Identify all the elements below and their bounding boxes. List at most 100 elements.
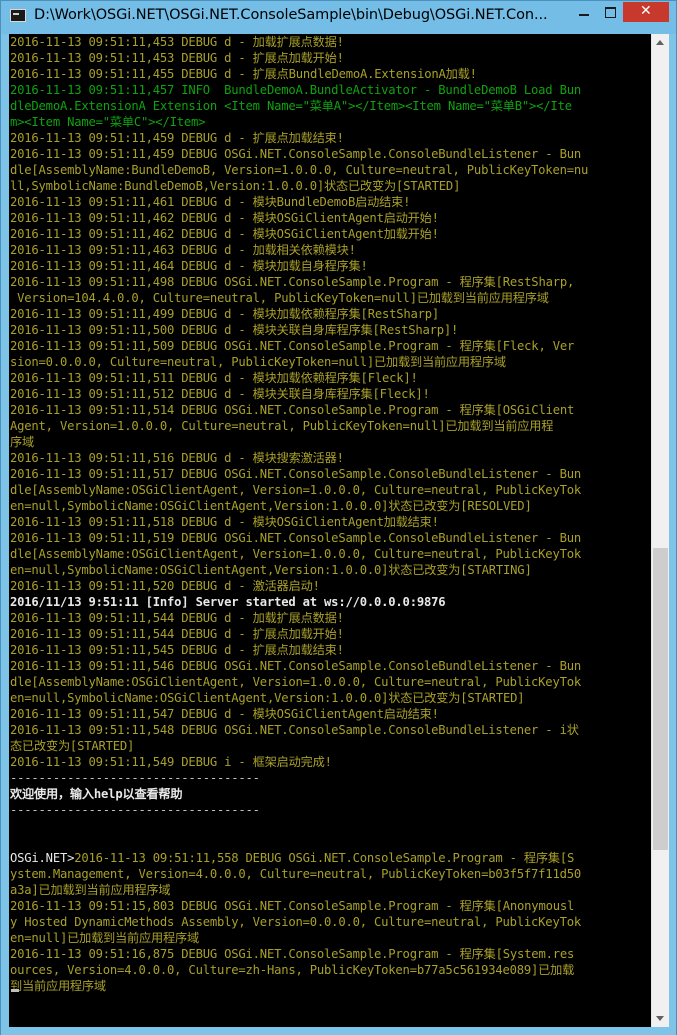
console-line-text: 2016-11-13 09:51:11,548 DEBUG OSGi.NET.C…	[10, 723, 579, 737]
console-line: dle[AssemblyName:OSGiClientAgent, Versio…	[10, 674, 588, 690]
console-line-text: OSGi.NET>	[10, 851, 75, 865]
console-line: 态已改变为[STARTED]	[10, 738, 588, 754]
console-line-text: 2016-11-13 09:51:11,512 DEBUG d - 模块关联自身…	[10, 387, 430, 401]
console-line: dle[AssemblyName:OSGiClientAgent, Versio…	[10, 546, 588, 562]
console-line-text: Version=104.4.0.0, Culture=neutral, Publ…	[10, 291, 549, 305]
console-line-text: 2016-11-13 09:51:11,547 DEBUG d - 模块OSGi…	[10, 707, 439, 721]
console-line-text: 2016-11-13 09:51:11,462 DEBUG d - 模块OSGi…	[10, 227, 439, 241]
maximize-button[interactable]	[597, 2, 623, 22]
scrollbar-thumb[interactable]	[653, 548, 668, 850]
console-line-text: 2016-11-13 09:51:11,514 DEBUG OSGi.NET.C…	[10, 403, 575, 417]
console-line-text: en=null,SymbolicName:OSGiClientAgent,Ver…	[10, 691, 525, 705]
console-line-text: 2016-11-13 09:51:11,459 DEBUG d - 扩展点加载结…	[10, 131, 344, 145]
console-line: 2016-11-13 09:51:11,459 DEBUG d - 扩展点加载结…	[10, 130, 588, 146]
scroll-down-arrow-icon[interactable]	[652, 1010, 669, 1027]
console-line: a3a]已加载到当前应用程序域	[10, 882, 588, 898]
console-line: 2016-11-13 09:51:11,500 DEBUG d - 模块关联自身…	[10, 322, 588, 338]
console-line: 2016-11-13 09:51:11,517 DEBUG OSGi.NET.C…	[10, 466, 588, 482]
console-line-text: m><Item Name="菜单C"></Item>	[10, 115, 206, 129]
console-line-text: 2016-11-13 09:51:11,516 DEBUG d - 模块搜索激活…	[10, 451, 344, 465]
console-line-text: en=null]已加载到当前应用程序域	[10, 931, 199, 945]
console-line-text: -----------------------------------	[10, 771, 260, 785]
console-line-text: 欢迎使用，输入help以查看帮助	[10, 787, 183, 801]
console-line: ystem.Management, Version=4.0.0.0, Cultu…	[10, 866, 588, 882]
console-line-text: 2016-11-13 09:51:11,455 DEBUG d - 扩展点Bun…	[10, 67, 477, 81]
console-line: 2016-11-13 09:51:11,549 DEBUG i - 框架启动完成…	[10, 754, 588, 770]
title-bar[interactable]: D:\Work\OSGi.NET\OSGi.NET.ConsoleSample\…	[1, 1, 676, 34]
console-line-text: ources, Version=4.0.0.0, Culture=zh-Hans…	[10, 963, 575, 977]
console-line: ll,SymbolicName:BundleDemoB,Version:1.0.…	[10, 178, 588, 194]
console-line: 2016-11-13 09:51:11,457 INFO BundleDemoA…	[10, 82, 588, 98]
console-line-text: 2016-11-13 09:51:11,462 DEBUG d - 模块OSGi…	[10, 211, 439, 225]
console-line-text: dle[AssemblyName:OSGiClientAgent, Versio…	[10, 675, 581, 689]
console-line: dle[AssemblyName:BundleDemoB, Version=1.…	[10, 162, 588, 178]
console-line-text: 到当前应用程序域	[10, 979, 106, 993]
console-line-continuation: 2016-11-13 09:51:11,558 DEBUG OSGi.NET.C…	[74, 851, 575, 865]
console-line: 序域	[10, 434, 588, 450]
console-line: sion=0.0.0.0, Culture=neutral, PublicKey…	[10, 354, 588, 370]
console-line: -----------------------------------	[10, 802, 588, 818]
console-line-text: dle[AssemblyName:OSGiClientAgent, Versio…	[10, 483, 581, 497]
console-line-text: 2016-11-13 09:51:11,517 DEBUG OSGi.NET.C…	[10, 467, 581, 481]
console-line: ources, Version=4.0.0.0, Culture=zh-Hans…	[10, 962, 588, 978]
console-line: 2016-11-13 09:51:11,548 DEBUG OSGi.NET.C…	[10, 722, 588, 738]
console-line: 2016-11-13 09:51:11,518 DEBUG d - 模块OSGi…	[10, 514, 588, 530]
console-line-text: ystem.Management, Version=4.0.0.0, Cultu…	[10, 867, 581, 881]
console-line-text: 2016-11-13 09:51:11,544 DEBUG d - 扩展点加载开…	[10, 627, 344, 641]
console-line: 2016-11-13 09:51:11,461 DEBUG d - 模块Bund…	[10, 194, 588, 210]
console-line: 到当前应用程序域	[10, 978, 588, 994]
console-line-text: 2016-11-13 09:51:11,511 DEBUG d - 模块加载依赖…	[10, 371, 418, 385]
minimize-button[interactable]	[571, 2, 597, 22]
console-line: y Hosted DynamicMethods Assembly, Versio…	[10, 914, 588, 930]
console-line-text: a3a]已加载到当前应用程序域	[10, 883, 171, 897]
console-line-text: 2016-11-13 09:51:11,549 DEBUG i - 框架启动完成…	[10, 755, 332, 769]
console-output[interactable]: 2016-11-13 09:51:11,453 DEBUG d - 加载扩展点数…	[9, 34, 651, 1027]
console-window: D:\Work\OSGi.NET\OSGi.NET.ConsoleSample\…	[0, 0, 677, 1035]
console-line-text: 2016-11-13 09:51:15,803 DEBUG OSGi.NET.C…	[10, 899, 575, 913]
console-line-text: 态已改变为[STARTED]	[10, 739, 135, 753]
console-line: 2016-11-13 09:51:11,455 DEBUG d - 扩展点Bun…	[10, 66, 588, 82]
vertical-scrollbar[interactable]	[651, 34, 669, 1027]
console-line: dleDemoA.ExtensionA Extension <Item Name…	[10, 98, 588, 114]
console-line-text: ll,SymbolicName:BundleDemoB,Version:1.0.…	[10, 179, 461, 193]
console-line: 2016-11-13 09:51:11,498 DEBUG OSGi.NET.C…	[10, 274, 588, 290]
console-line: 2016-11-13 09:51:11,462 DEBUG d - 模块OSGi…	[10, 210, 588, 226]
console-line: 2016-11-13 09:51:11,520 DEBUG d - 激活器启动!	[10, 578, 588, 594]
console-line: 2016-11-13 09:51:11,519 DEBUG OSGi.NET.C…	[10, 530, 588, 546]
console-line-text: dle[AssemblyName:OSGiClientAgent, Versio…	[10, 547, 581, 561]
console-line-text: -----------------------------------	[10, 803, 260, 817]
console-line-text: 2016-11-13 09:51:11,463 DEBUG d - 加载相关依赖…	[10, 243, 356, 257]
console-line-text: 2016-11-13 09:51:11,457 INFO BundleDemoA…	[10, 83, 581, 97]
console-line: 2016-11-13 09:51:15,803 DEBUG OSGi.NET.C…	[10, 898, 588, 914]
console-line: 2016-11-13 09:51:11,464 DEBUG d - 模块加载自身…	[10, 258, 588, 274]
console-line-text: sion=0.0.0.0, Culture=neutral, PublicKey…	[10, 355, 506, 369]
console-line: -----------------------------------	[10, 770, 588, 786]
console-line: 2016-11-13 09:51:11,462 DEBUG d - 模块OSGi…	[10, 226, 588, 242]
window-bottom-border	[1, 1027, 676, 1035]
console-line: 2016-11-13 09:51:11,459 DEBUG OSGi.NET.C…	[10, 146, 588, 162]
console-app-icon[interactable]	[10, 9, 26, 22]
console-line: OSGi.NET>2016-11-13 09:51:11,558 DEBUG O…	[10, 850, 588, 866]
console-line-text: 2016-11-13 09:51:11,499 DEBUG d - 模块加载依赖…	[10, 307, 440, 321]
console-line: 2016-11-13 09:51:11,499 DEBUG d - 模块加载依赖…	[10, 306, 588, 322]
console-line: 欢迎使用，输入help以查看帮助	[10, 786, 588, 802]
console-line-text: dleDemoA.ExtensionA Extension <Item Name…	[10, 99, 572, 113]
scroll-up-arrow-icon[interactable]	[652, 34, 669, 51]
console-line: 2016-11-13 09:51:11,511 DEBUG d - 模块加载依赖…	[10, 370, 588, 386]
console-line-text: 2016-11-13 09:51:11,519 DEBUG OSGi.NET.C…	[10, 531, 581, 545]
console-line: 2016-11-13 09:51:11,512 DEBUG d - 模块关联自身…	[10, 386, 588, 402]
close-button[interactable]	[623, 2, 669, 22]
console-line-text: 2016-11-13 09:51:11,544 DEBUG d - 加载扩展点数…	[10, 611, 344, 625]
console-line-text: 2016-11-13 09:51:11,461 DEBUG d - 模块Bund…	[10, 195, 411, 209]
console-line-text: 2016-11-13 09:51:11,453 DEBUG d - 加载扩展点数…	[10, 35, 344, 49]
console-line-text: y Hosted DynamicMethods Assembly, Versio…	[10, 915, 581, 929]
console-line: dle[AssemblyName:OSGiClientAgent, Versio…	[10, 482, 588, 498]
console-line: 2016-11-13 09:51:11,516 DEBUG d - 模块搜索激活…	[10, 450, 588, 466]
console-line-text: 2016-11-13 09:51:11,500 DEBUG d - 模块关联自身…	[10, 323, 459, 337]
window-title: D:\Work\OSGi.NET\OSGi.NET.ConsoleSample\…	[34, 7, 548, 23]
console-line-text: Agent, Version=1.0.0.0, Culture=neutral,…	[10, 419, 554, 433]
console-line-text: 2016-11-13 09:51:11,509 DEBUG OSGi.NET.C…	[10, 339, 575, 353]
console-line: 2016-11-13 09:51:11,453 DEBUG d - 扩展点加载开…	[10, 50, 588, 66]
